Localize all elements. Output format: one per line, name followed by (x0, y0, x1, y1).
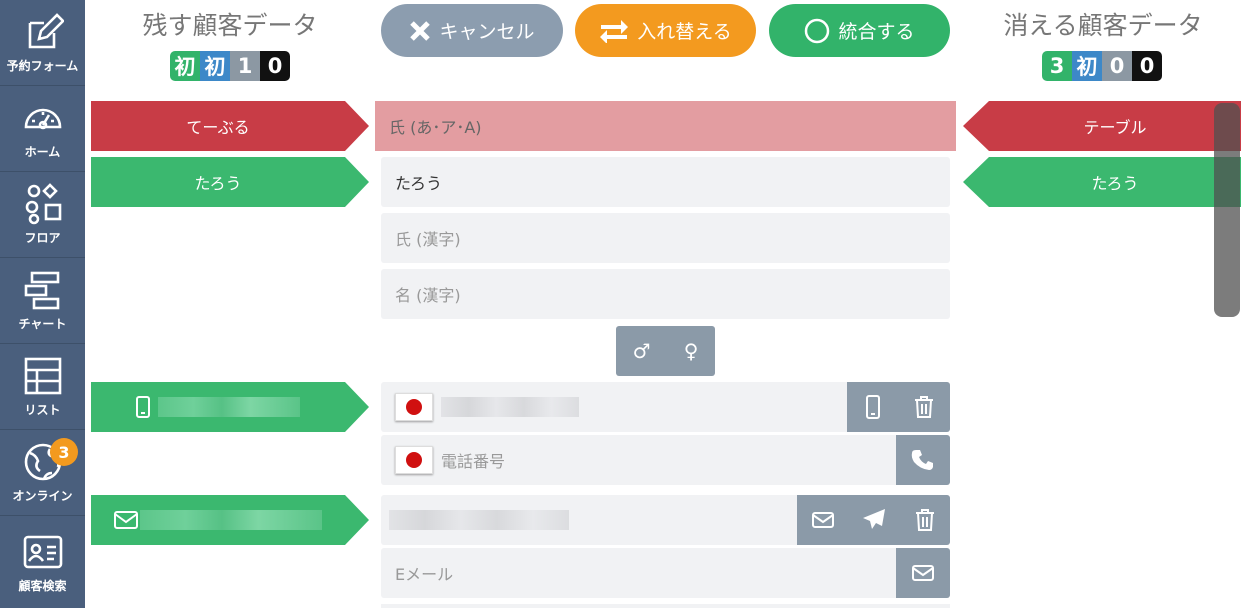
male-icon[interactable]: ♂ (633, 339, 651, 363)
mobile-phone-icon[interactable] (861, 395, 885, 419)
swap-arrows-icon (600, 19, 629, 43)
swap-button[interactable]: 入れ替える (575, 4, 756, 57)
japan-flag-icon (395, 446, 433, 474)
nav-label: 予約フォーム (6, 59, 79, 73)
keep-data-counters: 初 初 1 0 (170, 51, 290, 81)
phone-actions (847, 382, 950, 432)
japan-flag-icon (395, 393, 433, 421)
trash-icon[interactable] (913, 508, 937, 532)
keep-data-title: 残す顧客データ (142, 11, 318, 40)
counter-cancels: 0 (1132, 51, 1162, 81)
counter-cancels: 0 (260, 51, 290, 81)
contact-card-icon (23, 535, 62, 568)
nav-chart[interactable]: チャート (0, 258, 85, 344)
phone-field[interactable] (381, 382, 950, 432)
keep-last-name-kana-tag[interactable]: てーぶる (91, 101, 369, 151)
counter-first: 初 (200, 51, 230, 81)
nav-customer-search[interactable]: 顧客検索 (0, 516, 85, 608)
scrollbar[interactable] (1214, 103, 1240, 317)
redacted-email-address (389, 510, 569, 530)
nav-label: チャート (18, 317, 67, 331)
envelope-icon (114, 511, 138, 529)
nav-label: リスト (24, 403, 61, 417)
cancel-button[interactable]: キャンセル (381, 4, 563, 57)
counter-first: 初 (1072, 51, 1102, 81)
email-address-field[interactable]: Eメール (381, 548, 950, 598)
keep-email-tag[interactable] (91, 495, 369, 545)
removed-last-name-kana-tag[interactable]: テーブル (963, 101, 1241, 151)
table-icon (24, 357, 61, 395)
email-actions (797, 495, 950, 545)
send-icon[interactable] (862, 508, 886, 532)
email-field[interactable] (381, 495, 950, 545)
last-name-kana-field[interactable]: 氏 (あ･ア･A) (375, 101, 956, 151)
nav-floor[interactable]: フロア (0, 172, 85, 258)
counter-first-visit: 初 (170, 51, 200, 81)
counter-count: 0 (1102, 51, 1132, 81)
envelope-icon (912, 565, 934, 581)
phone-placeholder: 電話番号 (441, 452, 506, 471)
close-icon (410, 20, 431, 41)
shapes-icon (25, 183, 61, 225)
next-field-edge (381, 604, 950, 608)
removed-first-name-kana-tag[interactable]: たろう (963, 157, 1241, 207)
chart-icon (24, 271, 59, 310)
envelope-icon[interactable] (811, 508, 835, 532)
merge-label: 統合する (838, 22, 915, 43)
keep-first-name-kana-tag[interactable]: たろう (91, 157, 369, 207)
gender-selector: ♂ ♀ (616, 326, 715, 376)
trash-icon[interactable] (912, 395, 936, 419)
mobile-phone-icon (136, 396, 150, 418)
counter-visits: 1 (230, 51, 260, 81)
dashboard-icon (24, 108, 61, 130)
mail-button[interactable] (896, 548, 950, 598)
redacted-phone-number (441, 397, 579, 417)
counter-visits: 3 (1042, 51, 1072, 81)
merge-button[interactable]: 統合する (769, 4, 950, 57)
redacted-email (140, 510, 322, 530)
cancel-label: キャンセル (439, 22, 535, 43)
nav-reservation-form[interactable]: 予約フォーム (0, 0, 85, 86)
sidebar: 予約フォーム ホーム フロア チャート リスト オンライン 3 顧客検索 (0, 0, 85, 608)
call-button[interactable] (896, 435, 950, 485)
female-icon[interactable]: ♀ (684, 339, 699, 363)
online-count-badge: 3 (50, 438, 78, 466)
circle-icon (805, 18, 830, 43)
nav-home[interactable]: ホーム (0, 86, 85, 172)
last-name-kanji-field[interactable]: 氏 (漢字) (381, 213, 950, 263)
nav-online[interactable]: オンライン 3 (0, 430, 85, 516)
removed-data-title: 消える顧客データ (1003, 11, 1203, 40)
swap-label: 入れ替える (637, 22, 732, 43)
nav-label: オンライン (12, 489, 73, 503)
phone-icon (911, 450, 933, 470)
first-name-kana-field[interactable]: たろう (381, 157, 950, 207)
nav-label: フロア (24, 231, 61, 245)
removed-data-counters: 3 初 0 0 (1042, 51, 1162, 81)
edit-icon (28, 13, 64, 49)
keep-phone-tag[interactable] (91, 382, 369, 432)
redacted-phone (158, 397, 300, 417)
nav-label: 顧客検索 (18, 578, 67, 593)
phone-number-field[interactable]: 電話番号 (381, 435, 950, 485)
nav-label: ホーム (24, 145, 61, 159)
nav-list[interactable]: リスト (0, 344, 85, 430)
first-name-kanji-field[interactable]: 名 (漢字) (381, 269, 950, 319)
email-placeholder: Eメール (395, 565, 454, 584)
